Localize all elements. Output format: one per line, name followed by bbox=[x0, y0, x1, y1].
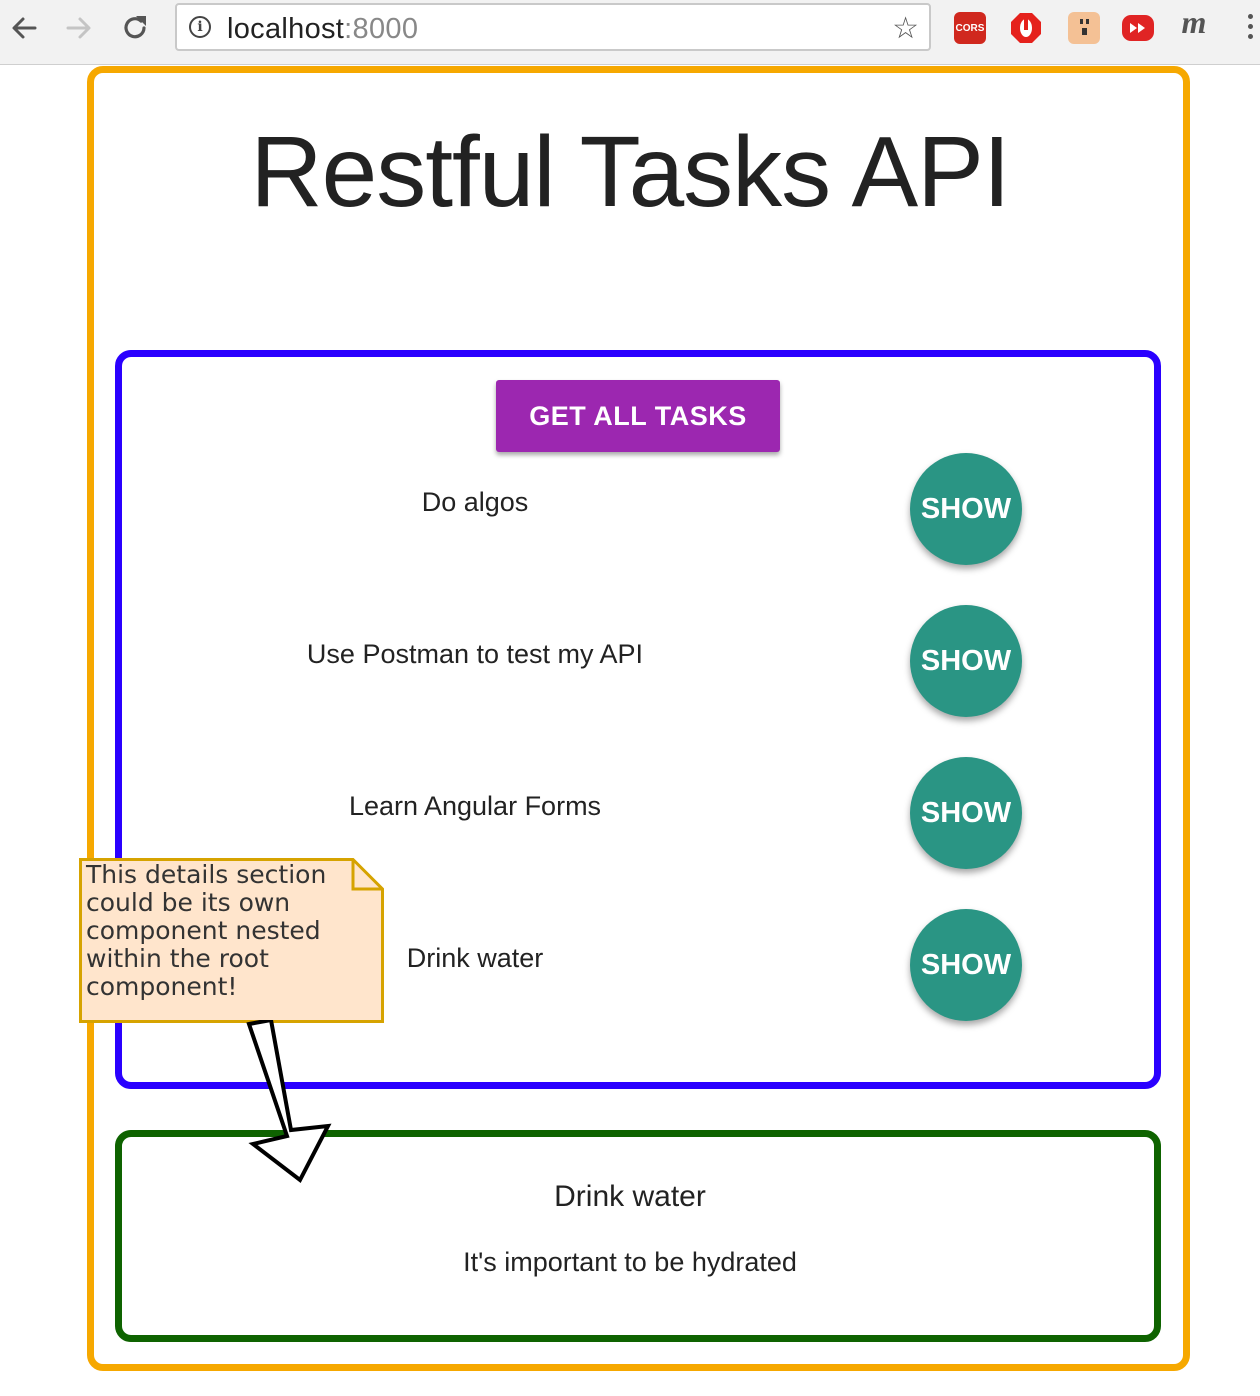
fast-forward-icon bbox=[1130, 23, 1145, 33]
task-title: Do algos bbox=[421, 487, 529, 517]
detail-title: Drink water bbox=[554, 1180, 706, 1213]
note-line: component nested bbox=[86, 916, 321, 945]
adblock-icon[interactable] bbox=[1010, 12, 1042, 44]
page-title: Restful Tasks API bbox=[250, 116, 1010, 228]
address-bar[interactable]: i localhost:8000 ☆ bbox=[175, 3, 931, 51]
youtube-extension-icon[interactable] bbox=[1122, 15, 1154, 41]
back-arrow-icon bbox=[12, 17, 37, 39]
show-button[interactable]: SHOW bbox=[910, 605, 1022, 717]
task-title: Use Postman to test my API bbox=[306, 639, 644, 669]
puppet-extension-icon[interactable] bbox=[1068, 12, 1100, 44]
url-port: :8000 bbox=[344, 13, 419, 45]
show-button[interactable]: SHOW bbox=[910, 453, 1022, 565]
note-line: could be its own bbox=[86, 888, 291, 917]
url-text: localhost:8000 bbox=[227, 13, 418, 46]
note-line: component! bbox=[86, 972, 238, 1001]
note-text: This details section could be its own co… bbox=[86, 861, 371, 1001]
browser-toolbar: i localhost:8000 ☆ CORS m bbox=[0, 0, 1260, 65]
annotation-note: This details section could be its own co… bbox=[79, 858, 384, 1023]
url-host: localhost bbox=[227, 13, 345, 45]
show-button[interactable]: SHOW bbox=[910, 909, 1022, 1021]
bookmark-star-icon[interactable]: ☆ bbox=[892, 11, 919, 46]
forward-button[interactable] bbox=[61, 10, 97, 46]
puppet-face-shape bbox=[1080, 19, 1089, 35]
note-line: within the root bbox=[86, 944, 269, 973]
m-extension-label: m bbox=[1181, 3, 1207, 40]
annotation-arrow-icon bbox=[246, 1020, 332, 1184]
detail-description: It's important to be hydrated bbox=[463, 1247, 797, 1277]
m-extension-icon[interactable]: m bbox=[1178, 3, 1210, 40]
reload-icon bbox=[124, 16, 146, 39]
note-line: This details section bbox=[86, 860, 327, 889]
cors-extension-icon[interactable]: CORS bbox=[954, 12, 986, 44]
get-all-tasks-button[interactable]: GET ALL TASKS bbox=[496, 380, 780, 452]
reload-button[interactable] bbox=[117, 10, 153, 46]
show-button[interactable]: SHOW bbox=[910, 757, 1022, 869]
cors-extension-label: CORS bbox=[955, 22, 985, 34]
task-title: Learn Angular Forms bbox=[348, 791, 602, 821]
forward-arrow-icon bbox=[66, 17, 91, 39]
back-button[interactable] bbox=[6, 10, 42, 46]
browser-menu-icon[interactable] bbox=[1248, 14, 1256, 44]
adblock-shape bbox=[1011, 13, 1041, 43]
info-icon[interactable]: i bbox=[189, 16, 211, 38]
